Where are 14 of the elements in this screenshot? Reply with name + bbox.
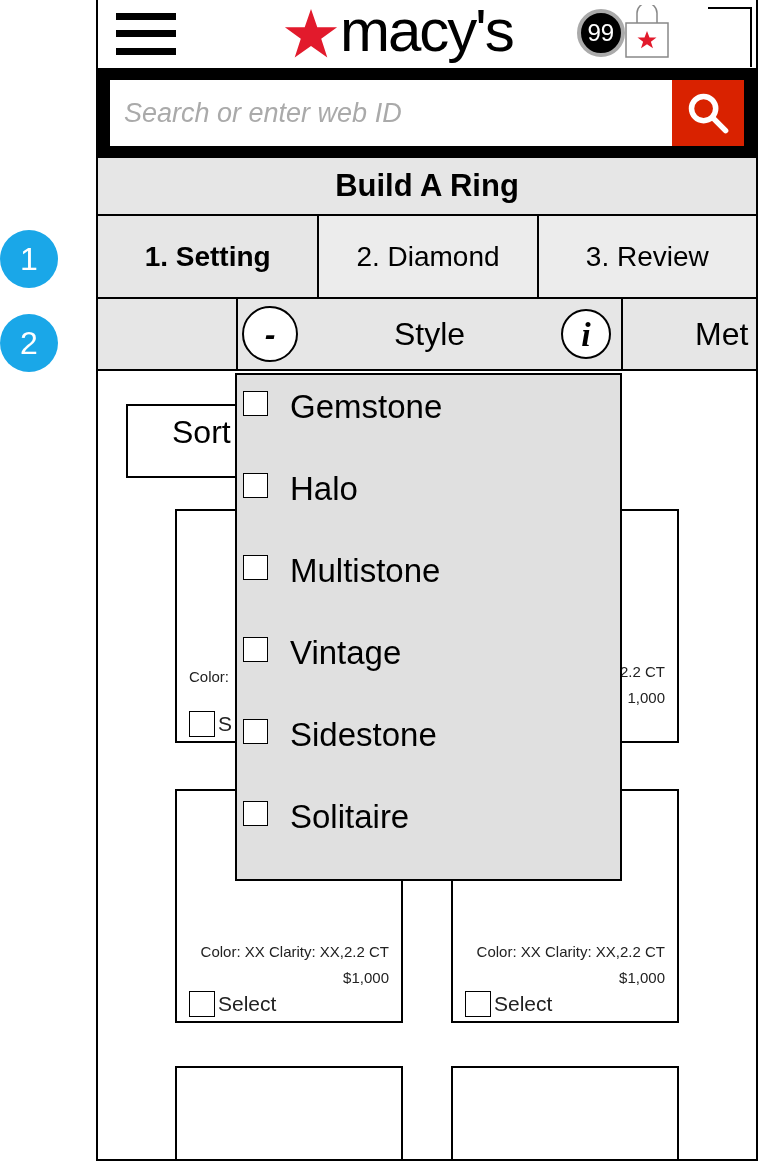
page-title: Build A Ring: [98, 158, 756, 216]
filter-label: Style: [392, 315, 467, 354]
select-label: Select: [218, 991, 277, 1018]
product-specs: Color: XX Clarity: XX,2.2 CT: [199, 942, 389, 962]
product-specs: Color: XX Clarity: XX,2.2 CT: [475, 942, 665, 962]
annotation-marker: 2: [0, 314, 58, 372]
product-price: $1,000: [342, 967, 389, 988]
cart-count-badge: 99: [576, 9, 625, 57]
select-label: S: [218, 711, 232, 738]
annotation-marker: 1: [0, 230, 58, 288]
product-specs: Color:: [189, 666, 230, 687]
product-price: $1,000: [618, 967, 665, 988]
product-price: 1,000: [626, 687, 665, 708]
select-label: Select: [494, 991, 553, 1018]
